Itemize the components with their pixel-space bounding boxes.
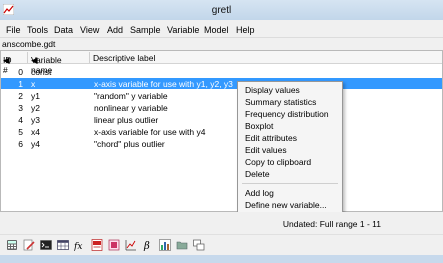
menu-item-define-new-variable[interactable]: Define new variable... bbox=[245, 200, 327, 210]
menu-data[interactable]: Data bbox=[54, 25, 73, 35]
menu-separator bbox=[242, 183, 338, 184]
menu-file[interactable]: File bbox=[6, 25, 21, 35]
column-divider[interactable] bbox=[89, 52, 90, 63]
window-bottom-border bbox=[0, 255, 443, 263]
menu-item-edit-attributes[interactable]: Edit attributes bbox=[245, 133, 297, 143]
calculator-icon[interactable] bbox=[6, 239, 18, 251]
svg-text:β: β bbox=[143, 241, 150, 251]
variable-row[interactable]: 0 const bbox=[1, 66, 442, 77]
column-divider[interactable] bbox=[27, 52, 28, 63]
menu-add[interactable]: Add bbox=[107, 25, 123, 35]
variable-list[interactable]: ID # ◀ Variable name ◀ Descriptive label… bbox=[0, 50, 443, 212]
chart-icon[interactable] bbox=[159, 239, 171, 251]
variable-row-selected[interactable]: 1 x x-axis variable for use with y1, y2,… bbox=[1, 78, 442, 89]
table-icon[interactable] bbox=[57, 239, 69, 251]
menu-sample[interactable]: Sample bbox=[130, 25, 161, 35]
menu-tools[interactable]: Tools bbox=[27, 25, 48, 35]
sample-range-status: Undated: Full range 1 - 11 bbox=[282, 219, 381, 229]
status-bar: Undated: Full range 1 - 11 bbox=[0, 212, 443, 234]
beta-icon[interactable]: β bbox=[142, 239, 154, 251]
dataset-filename-bar: anscombe.gdt bbox=[0, 38, 443, 50]
menu-item-summary-statistics[interactable]: Summary statistics bbox=[245, 97, 316, 107]
terminal-icon[interactable] bbox=[40, 239, 52, 251]
list-header: ID # ◀ Variable name ◀ Descriptive label bbox=[1, 51, 442, 75]
variable-row[interactable]: 4 y3 linear plus outlier bbox=[1, 114, 442, 125]
sort-arrow-icon: ◀ bbox=[31, 55, 38, 65]
menu-item-frequency-distribution[interactable]: Frequency distribution bbox=[245, 109, 329, 119]
menu-model[interactable]: Model bbox=[204, 25, 229, 35]
dataset-filename: anscombe.gdt bbox=[2, 39, 56, 49]
menu-item-copy-to-clipboard[interactable]: Copy to clipboard bbox=[245, 157, 311, 167]
column-header-label[interactable]: Descriptive label bbox=[93, 53, 155, 63]
context-menu: Display values Summary statistics Freque… bbox=[237, 81, 343, 214]
menu-item-delete[interactable]: Delete bbox=[245, 169, 270, 179]
pdf-icon[interactable] bbox=[91, 239, 103, 251]
menu-item-display-values[interactable]: Display values bbox=[245, 85, 300, 95]
variable-row[interactable]: 6 y4 "chord" plus outlier bbox=[1, 138, 442, 149]
variable-row[interactable]: 5 x4 x-axis variable for use with y4 bbox=[1, 126, 442, 137]
menu-bar: File Tools Data View Add Sample Variable… bbox=[0, 20, 443, 38]
session-icon[interactable] bbox=[108, 239, 120, 251]
menu-item-edit-values[interactable]: Edit values bbox=[245, 145, 287, 155]
menu-help[interactable]: Help bbox=[236, 25, 255, 35]
windows-icon[interactable] bbox=[193, 239, 205, 251]
window-title: gretl bbox=[211, 5, 232, 16]
graph-icon[interactable] bbox=[125, 239, 137, 251]
title-bar: gretl bbox=[0, 0, 443, 20]
folder-icon[interactable] bbox=[176, 239, 188, 251]
formula-icon[interactable]: fx bbox=[74, 239, 86, 251]
menu-item-add-log[interactable]: Add log bbox=[245, 188, 274, 198]
menu-item-boxplot[interactable]: Boxplot bbox=[245, 121, 273, 131]
variable-row[interactable]: 3 y2 nonlinear y variable bbox=[1, 102, 442, 113]
sort-arrow-icon: ◀ bbox=[3, 55, 10, 65]
variable-row[interactable]: 2 y1 "random" y variable bbox=[1, 90, 442, 101]
menu-variable[interactable]: Variable bbox=[167, 25, 199, 35]
menu-view[interactable]: View bbox=[80, 25, 99, 35]
bottom-toolbar: fx β bbox=[0, 234, 443, 255]
edit-icon[interactable] bbox=[23, 239, 35, 251]
svg-text:fx: fx bbox=[74, 242, 82, 251]
